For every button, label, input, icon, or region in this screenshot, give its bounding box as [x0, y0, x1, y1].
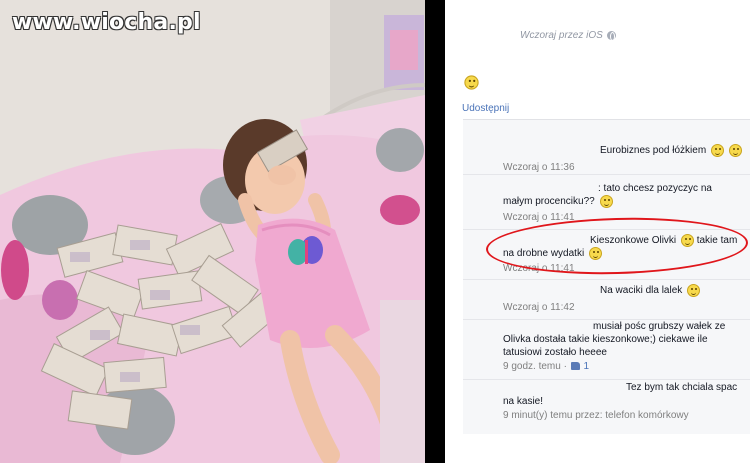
comment-item: Eurobiznes pod łóżkiem Wczoraj o 11:36: [463, 120, 750, 175]
comment-body: : tato chcesz pozyczyc na: [598, 183, 712, 194]
globe-icon: [606, 31, 616, 41]
post-meta: Wczoraj przez iOS: [520, 30, 616, 41]
post-timestamp[interactable]: Wczoraj przez iOS: [520, 30, 603, 41]
smile-emoji-icon: [687, 284, 701, 297]
divider: [425, 0, 445, 463]
comment-body: tatusiowi zostało heeee: [503, 347, 607, 358]
bed-photo-illustration: [0, 0, 425, 463]
comment-item: Tez bym tak chciala spac na kasie! 9 min…: [463, 380, 750, 435]
comment-item: musiał pośc grubszy wałek ze Olivka dost…: [463, 320, 750, 380]
comment-time[interactable]: 9 minut(y) temu przez: telefon komórkowy: [503, 410, 689, 421]
like-count[interactable]: 1: [583, 361, 589, 372]
comment-text: na kasie!: [503, 395, 543, 409]
comment-body: Na waciki dla lalek: [600, 285, 683, 297]
comment-body: Eurobiznes pod łóżkiem: [600, 145, 707, 157]
comment-text: Eurobiznes pod łóżkiem: [600, 144, 742, 158]
comment-body: Tez bym tak chciala spac: [626, 382, 738, 393]
comment-item: Na waciki dla lalek Wczoraj o 11:42: [463, 280, 750, 320]
watermark-text: www.wiocha.pl: [12, 10, 201, 35]
comment-body: na kasie!: [503, 396, 544, 407]
comment-text: : tato chcesz pozyczyc na: [598, 182, 712, 196]
comment-text: tatusiowi zostało heeee: [503, 346, 607, 360]
comment-time[interactable]: Wczoraj o 11:42: [503, 302, 575, 313]
comment-time[interactable]: Wczoraj o 11:36: [503, 162, 575, 173]
comment-body: małym procenciku??: [503, 196, 595, 208]
comment-time[interactable]: 9 godz. temu ·: [503, 361, 567, 372]
comment-text: Olivka dostała takie kieszonkowe;) cieka…: [503, 333, 708, 347]
comments-list: Eurobiznes pod łóżkiem Wczoraj o 11:36 :…: [463, 119, 750, 434]
comment-text: Na waciki dla lalek: [600, 284, 701, 298]
smile-emoji-icon: [710, 144, 724, 157]
comment-body: musiał pośc grubszy wałek ze: [593, 321, 726, 332]
thumbs-up-icon[interactable]: [570, 362, 580, 371]
smile-emoji-icon: [464, 75, 479, 90]
smile-emoji-icon: [599, 195, 613, 208]
photo: www.wiocha.pl: [0, 0, 425, 463]
smile-emoji-icon: [728, 144, 742, 157]
comment-body: Olivka dostała takie kieszonkowe;) cieka…: [503, 334, 708, 345]
comment-text: Tez bym tak chciala spac: [626, 381, 737, 395]
comment-text: musiał pośc grubszy wałek ze: [593, 320, 725, 334]
comment-text: małym procenciku??: [503, 195, 613, 209]
comment-meta: 9 godz. temu · 1: [503, 361, 589, 372]
share-link[interactable]: Udostępnij: [462, 103, 509, 114]
